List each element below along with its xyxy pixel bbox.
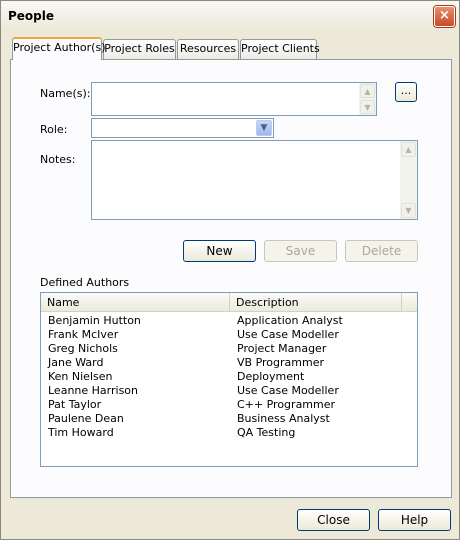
author-name: Paulene Dean <box>48 412 124 425</box>
author-description: VB Programmer <box>237 356 324 369</box>
help-button[interactable]: Help <box>378 509 451 531</box>
list-header: Name Description <box>41 293 417 312</box>
table-row[interactable]: Paulene Dean Business Analyst <box>41 412 417 426</box>
names-label: Name(s): <box>40 87 91 100</box>
author-description: Use Case Modeller <box>237 384 339 397</box>
close-button[interactable]: Close <box>297 509 370 531</box>
author-name: Pat Taylor <box>48 398 102 411</box>
table-row[interactable]: Ken Nielsen Deployment <box>41 370 417 384</box>
tab-project-authors[interactable]: Project Author(s) <box>12 37 105 60</box>
tab-project-clients[interactable]: Project Clients <box>240 39 320 59</box>
save-button[interactable]: Save <box>264 240 337 262</box>
tab-resources[interactable]: Resources <box>177 39 239 59</box>
author-name: Frank McIver <box>48 328 119 341</box>
column-header-name[interactable]: Name <box>41 293 230 312</box>
notes-label: Notes: <box>40 153 76 166</box>
scroll-down-icon[interactable]: ▼ <box>360 100 375 114</box>
role-select[interactable]: ▼ <box>91 118 274 138</box>
new-button[interactable]: New <box>183 240 256 262</box>
author-name: Greg Nichols <box>48 342 118 355</box>
tab-project-roles[interactable]: Project Roles <box>103 39 176 59</box>
names-scrollbar[interactable]: ▲ ▼ <box>359 83 376 115</box>
close-icon[interactable]: × <box>434 6 455 27</box>
role-label: Role: <box>40 123 68 136</box>
author-description: Business Analyst <box>237 412 330 425</box>
browse-names-button[interactable]: ... <box>395 82 417 102</box>
names-field[interactable]: ▲ ▼ <box>91 82 377 116</box>
author-description: Project Manager <box>237 342 327 355</box>
scroll-up-icon[interactable]: ▲ <box>360 84 375 98</box>
scroll-up-icon[interactable]: ▲ <box>401 142 416 157</box>
scroll-down-icon[interactable]: ▼ <box>401 203 416 218</box>
table-row[interactable]: Jane Ward VB Programmer <box>41 356 417 370</box>
people-dialog: People × Project Author(s) Project Roles… <box>0 0 460 540</box>
window-title: People <box>8 9 55 23</box>
author-name: Jane Ward <box>48 356 104 369</box>
author-description: Deployment <box>237 370 305 383</box>
table-row[interactable]: Tim Howard QA Testing <box>41 426 417 440</box>
table-row[interactable]: Frank McIver Use Case Modeller <box>41 328 417 342</box>
notes-textarea[interactable]: ▲ ▼ <box>91 140 418 220</box>
author-name: Tim Howard <box>48 426 114 439</box>
author-name: Ken Nielsen <box>48 370 113 383</box>
author-description: Application Analyst <box>237 314 343 327</box>
chevron-down-icon[interactable]: ▼ <box>256 120 272 136</box>
authors-list[interactable]: Name Description Benjamin Hutton Applicat… <box>40 292 418 467</box>
author-description: Use Case Modeller <box>237 328 339 341</box>
author-name: Leanne Harrison <box>48 384 139 397</box>
delete-button[interactable]: Delete <box>345 240 418 262</box>
title-bar[interactable]: People × <box>1 1 459 31</box>
column-header-description[interactable]: Description <box>230 293 402 312</box>
table-row[interactable]: Leanne Harrison Use Case Modeller <box>41 384 417 398</box>
notes-scrollbar[interactable]: ▲ ▼ <box>400 141 417 219</box>
defined-authors-label: Defined Authors <box>40 276 130 289</box>
author-description: QA Testing <box>237 426 296 439</box>
table-row[interactable]: Pat Taylor C++ Programmer <box>41 398 417 412</box>
table-row[interactable]: Benjamin Hutton Application Analyst <box>41 314 417 328</box>
author-description: C++ Programmer <box>237 398 336 411</box>
author-name: Benjamin Hutton <box>48 314 141 327</box>
table-row[interactable]: Greg Nichols Project Manager <box>41 342 417 356</box>
